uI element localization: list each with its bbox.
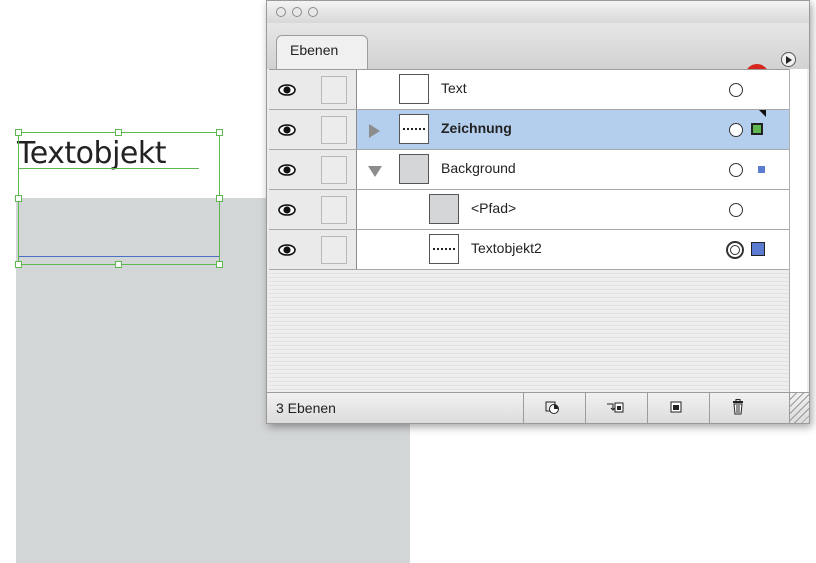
- eye-icon[interactable]: [278, 241, 296, 259]
- layer-name: Background: [441, 160, 516, 176]
- disclosure-triangle-icon[interactable]: [369, 124, 380, 138]
- eye-icon[interactable]: [278, 161, 296, 179]
- lock-toggle[interactable]: [321, 236, 347, 264]
- eye-icon[interactable]: [278, 201, 296, 219]
- selection-handle-bottom-center[interactable]: [115, 261, 122, 268]
- selection-handle-bottom-right[interactable]: [216, 261, 223, 268]
- layer-row-zeichnung[interactable]: Zeichnung: [269, 110, 789, 150]
- layer-name: Textobjekt2: [471, 240, 542, 256]
- panel-tab-bar: Ebenen: [267, 23, 809, 69]
- layers-list: Text Zeichnung Background <Pfad> Textobj…: [269, 69, 789, 393]
- target-circle-icon[interactable]: [726, 241, 744, 259]
- selection-handle-bottom-left[interactable]: [15, 261, 22, 268]
- target-circle-icon[interactable]: [729, 203, 743, 217]
- layers-scrollbar[interactable]: [789, 69, 807, 392]
- make-clipping-mask-button[interactable]: [523, 393, 585, 423]
- layer-row-pfad[interactable]: <Pfad>: [269, 190, 789, 230]
- panel-footer: 3 Ebenen: [267, 392, 809, 423]
- layer-thumbnail: [399, 154, 429, 184]
- eye-icon[interactable]: [278, 81, 296, 99]
- selection-handle-middle-right[interactable]: [216, 195, 223, 202]
- lock-toggle[interactable]: [321, 156, 347, 184]
- selection-square-icon[interactable]: [751, 123, 763, 135]
- panel-menu-icon[interactable]: [781, 52, 796, 67]
- create-sublayer-button[interactable]: [585, 393, 647, 423]
- lock-toggle[interactable]: [321, 76, 347, 104]
- disclosure-triangle-icon[interactable]: [368, 166, 382, 177]
- close-window-button[interactable]: [276, 7, 286, 17]
- selection-handle-top-right[interactable]: [216, 129, 223, 136]
- minimize-window-button[interactable]: [292, 7, 302, 17]
- layer-row-background[interactable]: Background: [269, 150, 789, 190]
- selection-handle-top-left[interactable]: [15, 129, 22, 136]
- layer-thumbnail: [429, 234, 459, 264]
- selection-handle-middle-left[interactable]: [15, 195, 22, 202]
- layer-control-column: [269, 190, 357, 229]
- selection-square-icon[interactable]: [758, 166, 765, 173]
- layers-panel: Ebenen 5 Text Zeichnung: [266, 0, 810, 424]
- layer-control-column: [269, 150, 357, 189]
- layer-thumbnail: [399, 74, 429, 104]
- zoom-window-button[interactable]: [308, 7, 318, 17]
- current-layer-indicator: [759, 110, 766, 117]
- delete-layer-button[interactable]: [709, 393, 771, 423]
- selection-square-icon[interactable]: [751, 242, 765, 256]
- new-layer-icon: [670, 401, 682, 413]
- target-circle-icon[interactable]: [729, 123, 743, 137]
- new-layer-button[interactable]: [647, 393, 709, 423]
- target-circle-icon[interactable]: [729, 163, 743, 177]
- layer-name: Zeichnung: [441, 120, 512, 136]
- layer-count-label: 3 Ebenen: [276, 400, 336, 416]
- make-clipping-mask-icon: [545, 401, 559, 414]
- lock-toggle[interactable]: [321, 116, 347, 144]
- tab-ebenen[interactable]: Ebenen: [276, 35, 368, 69]
- target-circle-icon[interactable]: [729, 83, 743, 97]
- layer-name: <Pfad>: [471, 200, 517, 216]
- lock-toggle[interactable]: [321, 196, 347, 224]
- resize-grip-icon[interactable]: [789, 393, 809, 423]
- layer-control-column: [269, 110, 357, 149]
- panel-titlebar[interactable]: [267, 1, 809, 24]
- selection-bounding-box[interactable]: [18, 132, 220, 265]
- selection-handle-top-center[interactable]: [115, 129, 122, 136]
- layer-row-textobjekt2[interactable]: Textobjekt2: [269, 230, 789, 270]
- layer-row-text[interactable]: Text: [269, 70, 789, 110]
- layer-control-column: [269, 70, 357, 109]
- layer-name: Text: [441, 80, 467, 96]
- eye-icon[interactable]: [278, 121, 296, 139]
- layer-thumbnail: [399, 114, 429, 144]
- create-sublayer-icon: [607, 402, 624, 413]
- layer-thumbnail: [429, 194, 459, 224]
- layer-control-column: [269, 230, 357, 269]
- trash-icon: [733, 399, 743, 415]
